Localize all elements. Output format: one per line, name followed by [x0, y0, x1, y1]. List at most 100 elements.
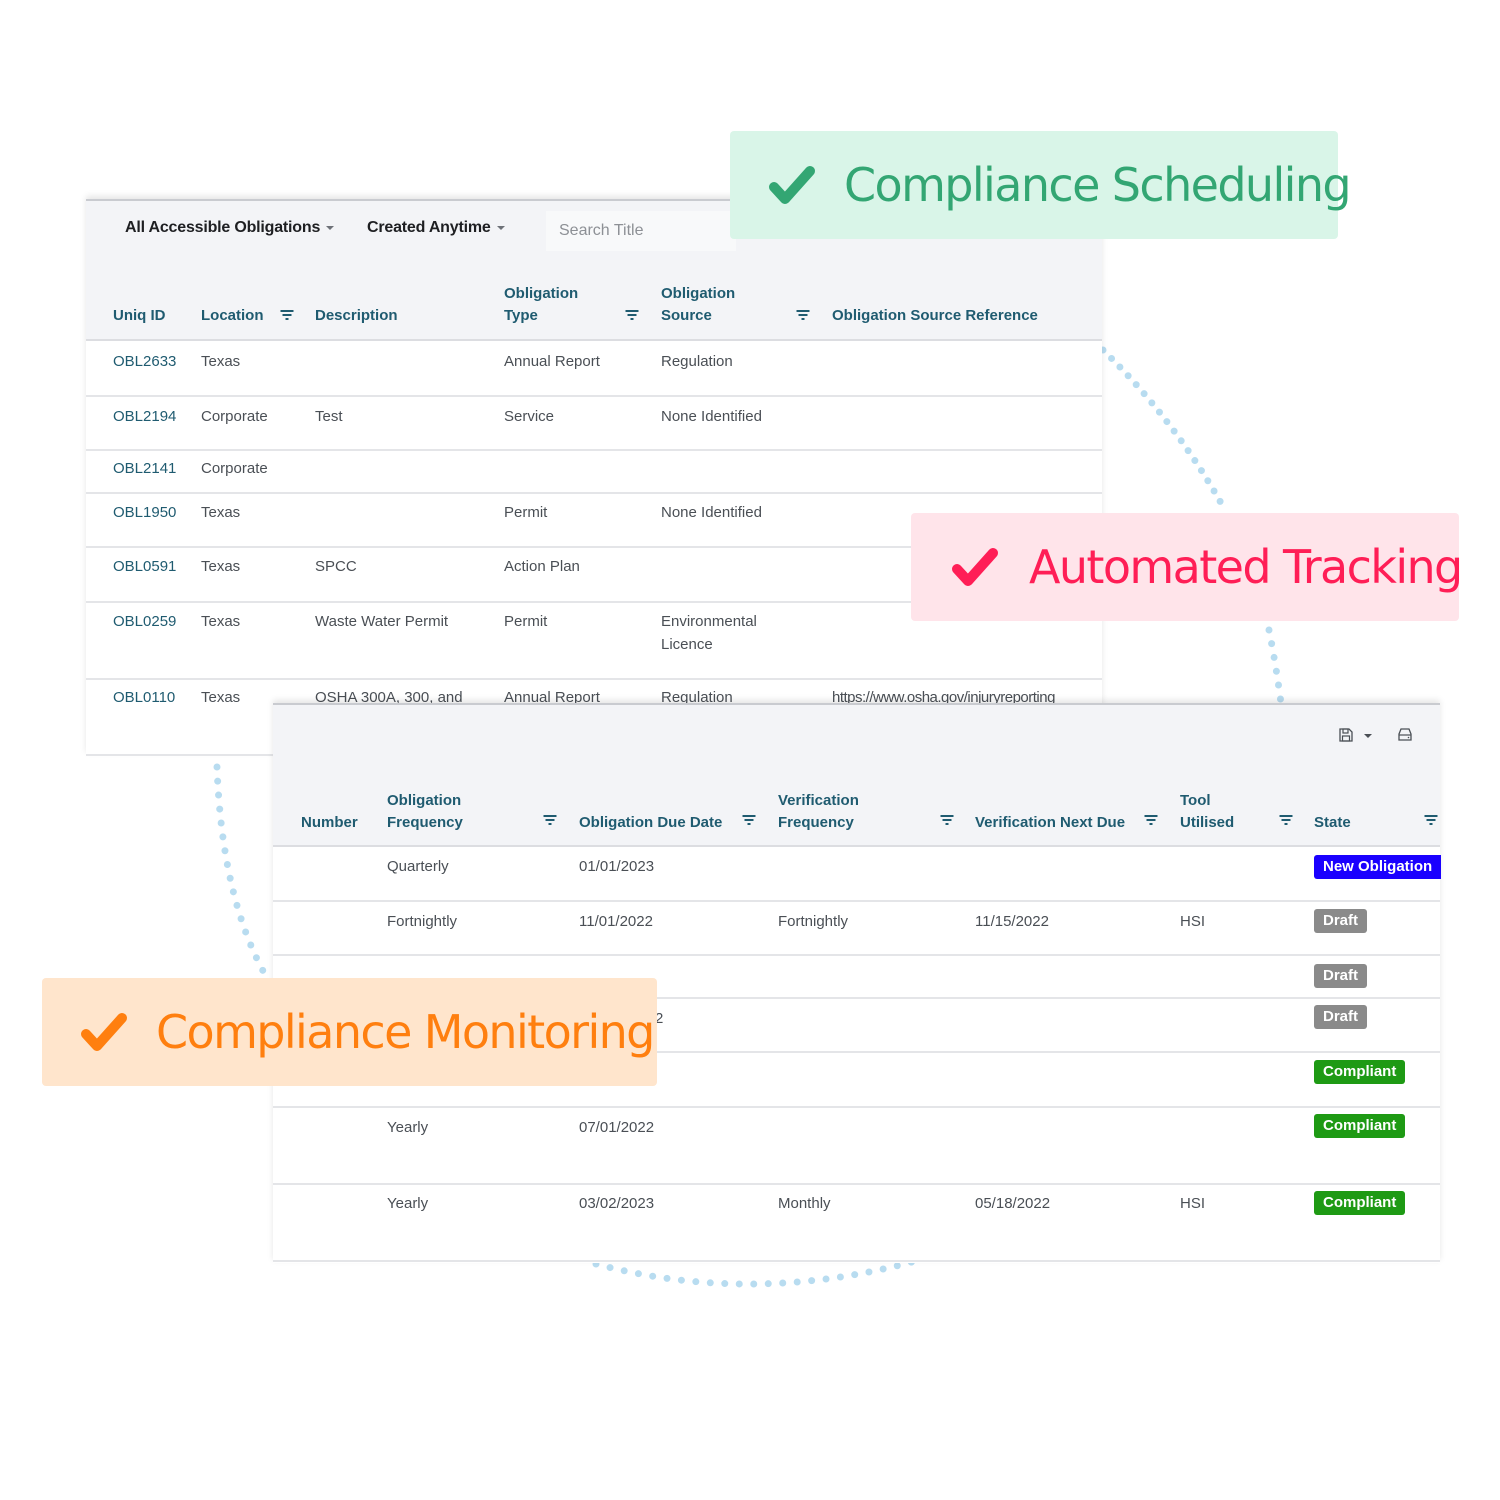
connector-tracking-to-schedule — [1265, 626, 1285, 707]
column-header-source-reference[interactable]: Obligation Source Reference — [832, 305, 1038, 327]
column-header-description[interactable]: Description — [315, 305, 398, 327]
filter-obligation-due-date-icon[interactable] — [742, 815, 756, 827]
column-header-tool-utilised[interactable]: Tool Utilised — [1180, 790, 1250, 834]
column-header-state[interactable]: State — [1314, 812, 1351, 834]
callout-label: Automated Tracking — [1029, 540, 1463, 594]
filter-verification-frequency-icon[interactable] — [940, 815, 954, 827]
check-icon — [769, 166, 815, 204]
table-row[interactable]: OBL2633 Texas Annual Report Regulation — [86, 341, 1102, 397]
location-cell: Texas — [201, 689, 241, 706]
callout-compliance-scheduling: Compliance Scheduling — [730, 131, 1352, 239]
table-row[interactable]: OBL2194 Corporate Test Service None Iden… — [86, 397, 1102, 451]
scope-dropdown[interactable]: All Accessible Obligations — [125, 219, 335, 237]
uniq-id-link[interactable]: OBL2194 — [113, 405, 176, 428]
location-cell: Texas — [201, 613, 241, 630]
uniq-id-link[interactable]: OBL2633 — [113, 350, 176, 373]
table-row[interactable]: Yearly 03/02/2023 Monthly 05/18/2022 HSI… — [273, 1185, 1440, 1262]
table-row[interactable]: Yearly 07/01/2022 Compliant — [273, 1108, 1440, 1185]
created-date-dropdown[interactable]: Created Anytime — [367, 219, 505, 237]
obligations-table-header: Uniq ID Location Description Obligation … — [86, 261, 1102, 341]
verification-next-due-cell: 11/15/2022 — [975, 913, 1049, 930]
location-cell: Corporate — [201, 460, 268, 477]
save-options-caret-icon[interactable] — [1364, 734, 1372, 738]
schedule-table-header: Number Obligation Frequency Obligation D… — [273, 705, 1440, 847]
created-date-dropdown-label: Created Anytime — [367, 219, 491, 236]
due-date-cell: 01/01/2023 — [579, 858, 655, 875]
due-date-cell: 03/02/2023 — [579, 1195, 655, 1212]
filter-state-icon[interactable] — [1424, 815, 1438, 827]
table-row[interactable]: Fortnightly 11/01/2022 Fortnightly 11/15… — [273, 902, 1440, 956]
filter-obligation-type-icon[interactable] — [625, 310, 639, 322]
type-cell: Service — [504, 408, 555, 425]
type-cell: Permit — [504, 504, 548, 521]
uniq-id-link[interactable]: OBL2141 — [113, 457, 176, 480]
due-date-cell: 07/01/2022 — [579, 1119, 655, 1136]
state-badge-compliant: Compliant — [1314, 1114, 1406, 1138]
uniq-id-link[interactable]: OBL0591 — [113, 555, 176, 578]
search-title-input[interactable] — [546, 211, 736, 251]
state-badge-compliant: Compliant — [1314, 1060, 1406, 1084]
filter-location-icon[interactable] — [280, 310, 294, 322]
obligation-frequency-cell: Quarterly — [387, 858, 449, 875]
description-cell: Waste Water Permit — [315, 613, 449, 630]
caret-down-icon — [496, 225, 505, 230]
location-cell: Corporate — [201, 408, 268, 425]
verification-frequency-cell: Monthly — [778, 1195, 831, 1212]
column-header-obligation-due-date[interactable]: Obligation Due Date — [579, 812, 722, 834]
connector-scheduling-to-tracking — [1099, 346, 1229, 514]
source-cell: Environmental Licence — [661, 613, 757, 653]
obligations-panel: All Accessible Obligations Created Anyti… — [86, 199, 1102, 756]
description-cell: SPCC — [315, 558, 357, 575]
callout-compliance-monitoring: Compliance Monitoring — [42, 978, 657, 1086]
tool-utilised-cell: HSI — [1180, 1195, 1206, 1212]
callout-automated-tracking: Automated Tracking — [911, 513, 1463, 621]
column-header-verification-next-due[interactable]: Verification Next Due — [975, 812, 1125, 834]
column-header-obligation-frequency[interactable]: Obligation Frequency — [387, 790, 477, 834]
source-cell: None Identified — [661, 504, 762, 521]
obligation-frequency-cell: Fortnightly — [387, 913, 458, 930]
state-badge-new-obligation: New Obligation — [1314, 855, 1442, 879]
column-header-obligation-type[interactable]: Obligation Type — [504, 283, 594, 327]
print-icon[interactable] — [1397, 728, 1413, 747]
tool-utilised-cell: HSI — [1180, 913, 1206, 930]
source-cell: Regulation — [661, 353, 733, 370]
connector-bottom-arc — [592, 1258, 916, 1288]
description-cell: Test — [315, 408, 343, 425]
column-header-number[interactable]: Number — [301, 812, 358, 834]
column-header-obligation-source[interactable]: Obligation Source — [661, 283, 751, 327]
state-badge-draft: Draft — [1314, 909, 1368, 933]
connector-panel-to-monitoring — [213, 763, 271, 982]
source-cell: None Identified — [661, 408, 762, 425]
filter-verification-next-due-icon[interactable] — [1144, 815, 1158, 827]
table-row[interactable]: Quarterly 01/01/2023 New Obligation — [273, 847, 1442, 902]
location-cell: Texas — [201, 353, 241, 370]
type-cell: Annual Report — [504, 353, 600, 370]
state-badge-draft: Draft — [1314, 1005, 1368, 1029]
filter-obligation-source-icon[interactable] — [796, 310, 810, 322]
table-row[interactable]: OBL2141 Corporate — [86, 451, 1102, 494]
column-header-location[interactable]: Location — [201, 305, 264, 327]
verification-next-due-cell: 05/18/2022 — [975, 1195, 1051, 1212]
obligation-frequency-cell: Yearly — [387, 1195, 429, 1212]
uniq-id-link[interactable]: OBL1950 — [113, 501, 176, 524]
check-icon — [81, 1013, 127, 1051]
save-icon[interactable] — [1338, 727, 1354, 748]
callout-label: Compliance Scheduling — [844, 158, 1352, 212]
verification-frequency-cell: Fortnightly — [778, 913, 849, 930]
caret-down-icon — [326, 225, 335, 230]
location-cell: Texas — [201, 504, 241, 521]
uniq-id-link[interactable]: OBL0110 — [113, 686, 175, 709]
state-badge-compliant: Compliant — [1314, 1191, 1406, 1215]
callout-label: Compliance Monitoring — [156, 1005, 655, 1059]
filter-tool-utilised-icon[interactable] — [1279, 815, 1293, 827]
obligation-frequency-cell: Yearly — [387, 1119, 429, 1136]
uniq-id-link[interactable]: OBL0259 — [113, 610, 176, 633]
column-header-verification-frequency[interactable]: Verification Frequency — [778, 790, 878, 834]
type-cell: Permit — [504, 613, 548, 630]
check-icon — [952, 548, 998, 586]
column-header-uniq-id[interactable]: Uniq ID — [113, 305, 166, 327]
location-cell: Texas — [201, 558, 241, 575]
filter-obligation-frequency-icon[interactable] — [543, 815, 557, 827]
type-cell: Action Plan — [504, 558, 580, 575]
state-badge-draft: Draft — [1314, 964, 1368, 988]
